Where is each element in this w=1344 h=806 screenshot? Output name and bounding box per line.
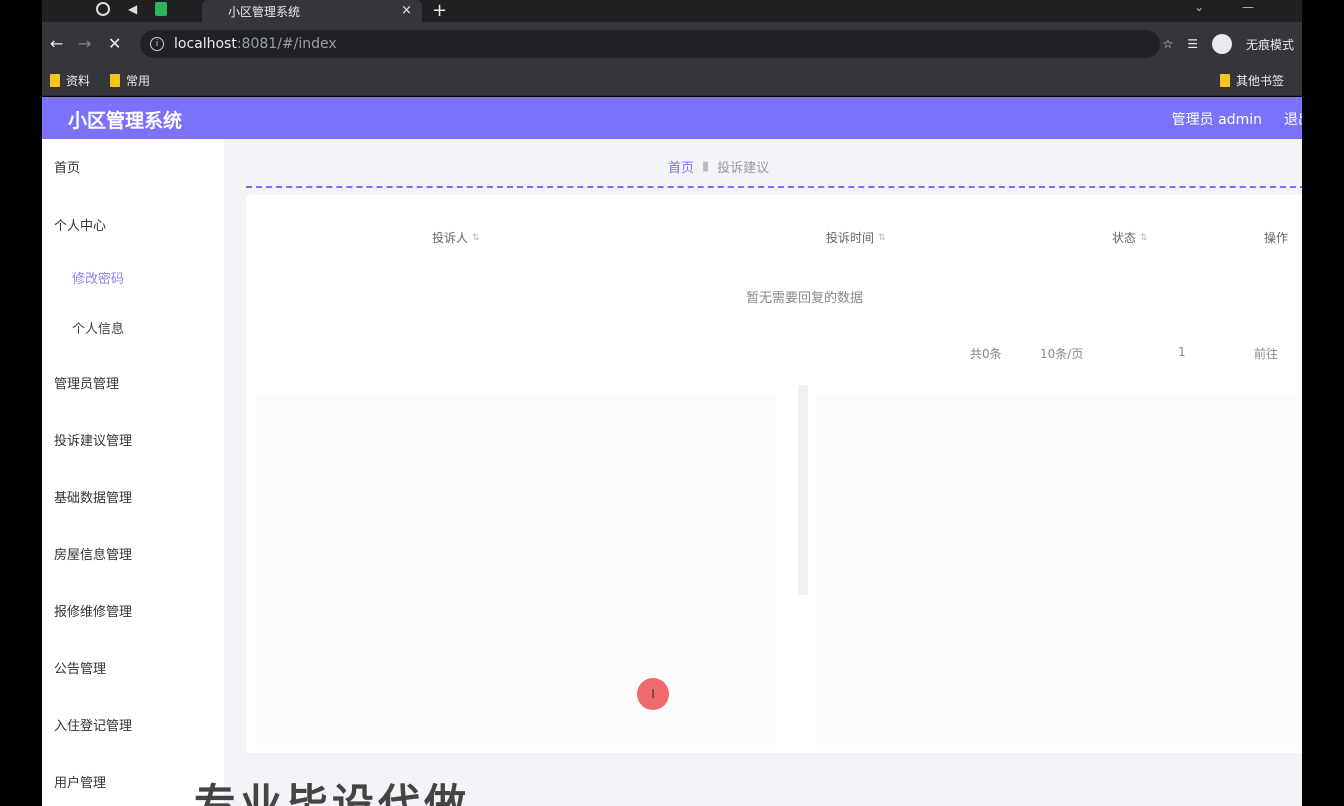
column-header-time[interactable]: 投诉时间 ⇅ <box>826 229 886 246</box>
column-header-label: 操作 <box>1264 231 1289 245</box>
breadcrumb-current: 投诉建议 <box>717 161 770 176</box>
address-bar[interactable]: i localhost :8081/#/index <box>140 30 1160 58</box>
breadcrumb: 首页 ▮ 投诉建议 <box>668 157 769 176</box>
app-title: 小区管理系统 <box>68 110 183 132</box>
toolbar-right: ☆ ☰ 无痕模式 <box>1162 34 1294 54</box>
screen-left-edge <box>0 0 42 806</box>
bookmarks-bar: 资料 常用 其他书签 <box>42 66 1302 96</box>
pager-total: 共0条 <box>970 347 1002 361</box>
sidebar-item-repair-management[interactable]: 报修维修管理 <box>54 601 132 620</box>
table-card: 投诉人 ⇅ 投诉时间 ⇅ 状态 ⇅ 操作 暂无需要回复的数据 共0条 10条/页… <box>246 195 1302 753</box>
url-path: :8081/#/index <box>236 36 337 52</box>
sidebar-item-home[interactable]: 首页 <box>54 157 80 176</box>
reading-list-icon[interactable]: ☰ <box>1187 37 1198 51</box>
sort-icon[interactable]: ⇅ <box>1140 233 1148 243</box>
table-empty-text: 暂无需要回复的数据 <box>746 291 864 306</box>
column-header-label: 投诉人 <box>432 231 469 245</box>
sidebar: 首页 个人中心 修改密码 个人信息 管理员管理 投诉建议管理 基础数据管理 房屋… <box>42 139 224 806</box>
star-icon[interactable]: ☆ <box>1162 37 1173 51</box>
folder-icon <box>110 74 120 87</box>
vertical-divider <box>798 385 808 595</box>
dashed-divider <box>246 186 1302 188</box>
logout-button[interactable]: 退出 <box>1284 109 1302 129</box>
pager-current-page[interactable]: 1 <box>1178 345 1186 359</box>
bookmark-label: 常用 <box>126 74 151 88</box>
sidebar-item-personal-info[interactable]: 个人信息 <box>72 318 124 337</box>
folder-icon <box>50 74 60 87</box>
sheet-app-icon[interactable] <box>155 2 168 16</box>
minimize-icon[interactable]: — <box>1242 0 1254 14</box>
browser-tab-active[interactable]: 小区管理系统 × <box>202 0 422 22</box>
bookmark-folder[interactable]: 常用 <box>110 72 150 89</box>
bookmark-label: 其他书签 <box>1236 74 1285 88</box>
sidebar-item-basic-data-management[interactable]: 基础数据管理 <box>54 487 132 506</box>
breadcrumb-home[interactable]: 首页 <box>668 157 694 176</box>
incognito-label: 无痕模式 <box>1245 37 1294 52</box>
column-header-actions: 操作 <box>1264 229 1288 246</box>
window-controls: ⌄ — <box>1194 0 1254 14</box>
column-header-label: 状态 <box>1112 231 1137 245</box>
bookmark-label: 资料 <box>66 74 91 88</box>
stop-loading-icon[interactable]: ✕ <box>108 34 121 53</box>
faint-panel <box>816 395 1296 745</box>
app-viewport: 小区管理系统 管理员 admin 退出 首页 个人中心 修改密码 个人信息 管理… <box>42 97 1302 806</box>
mouse-cursor-indicator: I <box>637 678 669 710</box>
pinned-tab-icons: ◀ <box>96 2 168 16</box>
column-header-status[interactable]: 状态 ⇅ <box>1112 229 1148 246</box>
watermark-overlay-text: 专业毕设代做 <box>194 780 471 806</box>
url-host: localhost <box>174 36 237 52</box>
sort-icon[interactable]: ⇅ <box>878 233 886 243</box>
back-arrow-icon[interactable]: ← <box>50 34 63 53</box>
app-header: 小区管理系统 管理员 admin 退出 <box>42 97 1302 139</box>
sidebar-item-change-password[interactable]: 修改密码 <box>72 268 124 287</box>
column-header-complainant[interactable]: 投诉人 ⇅ <box>432 229 480 246</box>
current-user: 管理员 admin <box>1171 112 1262 128</box>
chevron-down-icon[interactable]: ⌄ <box>1194 0 1204 14</box>
site-info-icon[interactable]: i <box>150 37 164 51</box>
forward-arrow-icon[interactable]: → <box>78 34 91 53</box>
speaker-icon[interactable]: ◀ <box>128 2 137 16</box>
folder-icon <box>1220 74 1230 87</box>
sort-icon[interactable]: ⇅ <box>472 233 480 243</box>
sidebar-item-admin-management[interactable]: 管理员管理 <box>54 373 119 392</box>
browser-toolbar: ← → ✕ i localhost :8081/#/index ☆ ☰ 无痕模式 <box>42 22 1302 66</box>
browser-tabstrip: ◀ 小区管理系统 × + ⌄ — <box>42 0 1302 22</box>
main-content: 首页 ▮ 投诉建议 投诉人 ⇅ 投诉时间 ⇅ 状态 ⇅ 操作 暂无需要回复的数据… <box>224 139 1302 806</box>
pager-size-select[interactable]: 10条/页 <box>1040 345 1083 362</box>
faint-panel <box>256 395 776 745</box>
tab-close-icon[interactable]: × <box>401 3 412 18</box>
sidebar-item-house-info-management[interactable]: 房屋信息管理 <box>54 544 132 563</box>
column-header-label: 投诉时间 <box>826 231 875 245</box>
pager-goto[interactable]: 前往 <box>1254 345 1278 362</box>
new-tab-button[interactable]: + <box>432 0 447 22</box>
breadcrumb-separator-icon: ▮ <box>702 159 710 174</box>
sidebar-item-checkin-management[interactable]: 入住登记管理 <box>54 715 132 734</box>
globe-icon[interactable] <box>96 2 110 16</box>
sidebar-item-notice-management[interactable]: 公告管理 <box>54 658 106 677</box>
other-bookmarks[interactable]: 其他书签 <box>1220 72 1284 89</box>
incognito-icon[interactable] <box>1211 34 1232 54</box>
sidebar-item-complaint-management[interactable]: 投诉建议管理 <box>54 430 132 449</box>
bookmark-folder[interactable]: 资料 <box>50 72 90 89</box>
tab-title: 小区管理系统 <box>228 4 301 19</box>
sidebar-item-user-management[interactable]: 用户管理 <box>54 772 106 791</box>
sidebar-item-personal-center[interactable]: 个人中心 <box>54 215 106 234</box>
